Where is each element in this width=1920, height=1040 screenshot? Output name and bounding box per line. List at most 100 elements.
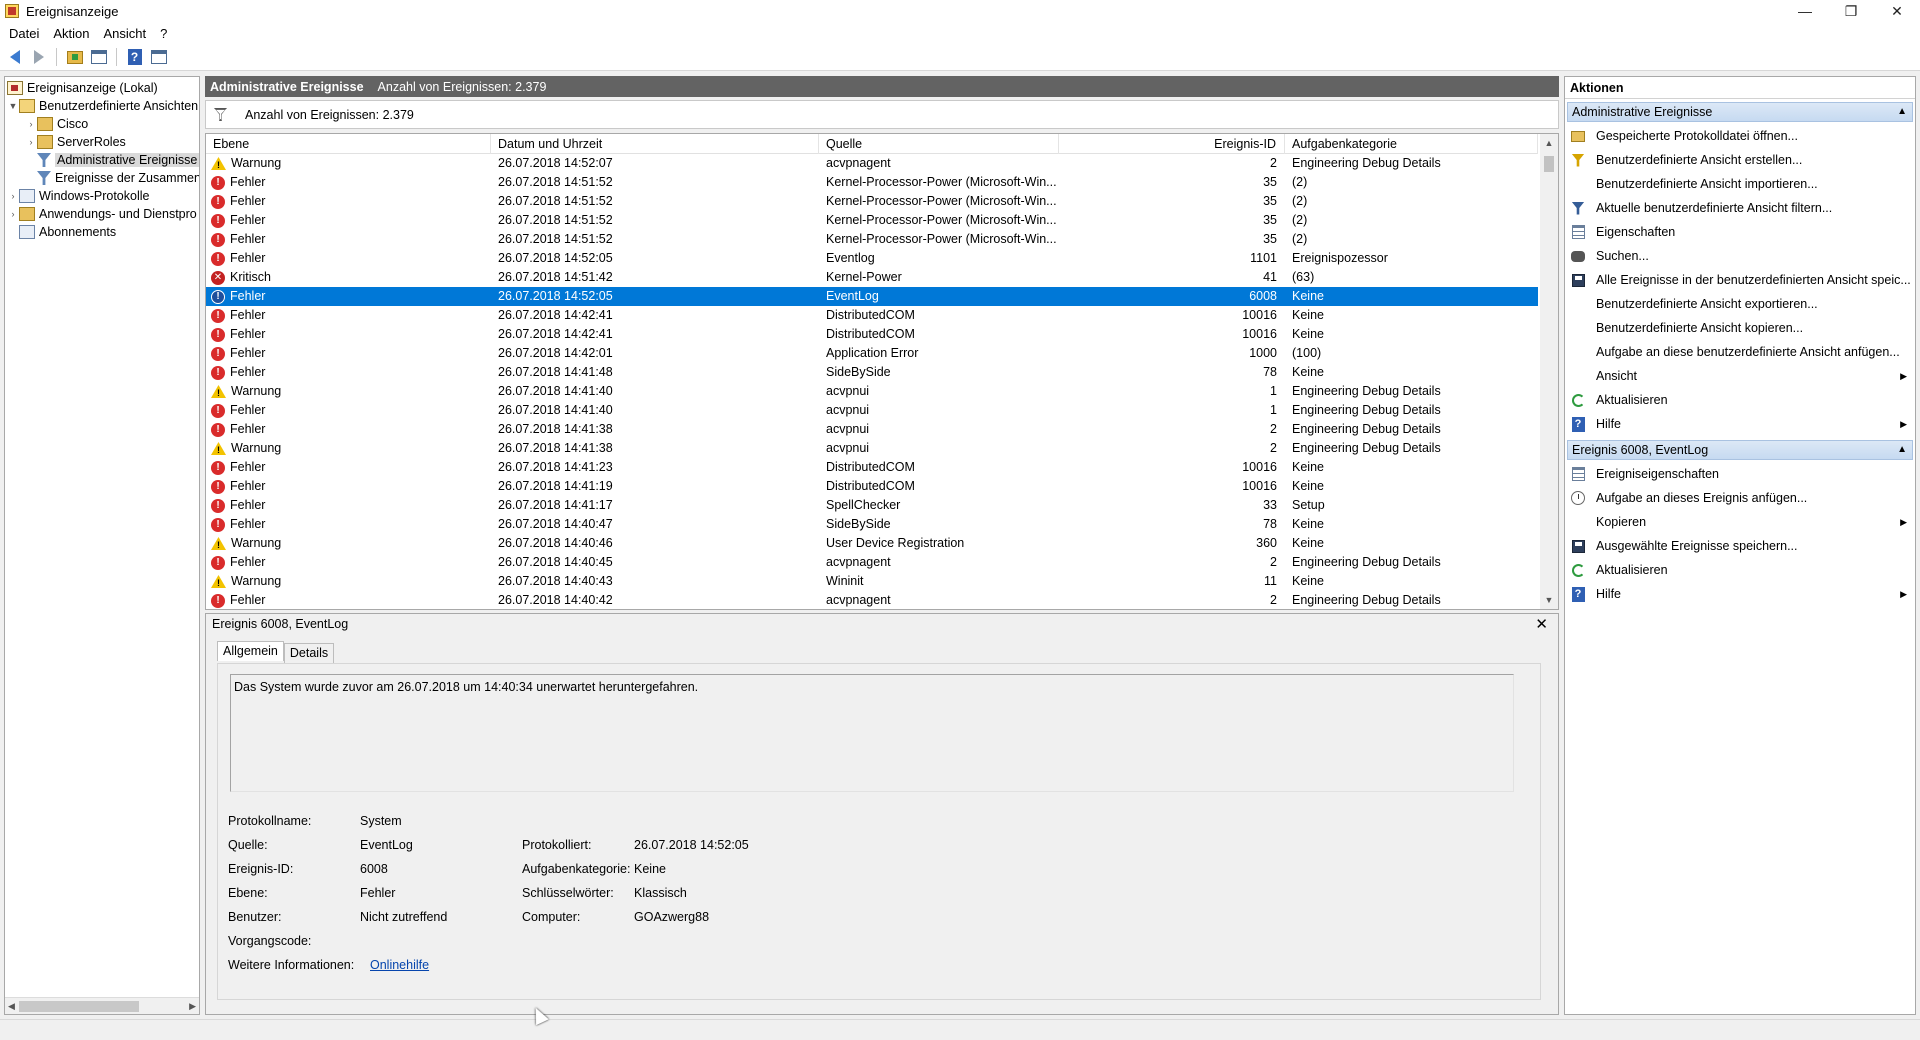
- table-row[interactable]: ! Warnung 26.07.2018 14:52:07 acvpnagent 2 En…: [206, 154, 1538, 173]
- column-header-source[interactable]: Quelle: [819, 134, 1059, 154]
- table-row[interactable]: ! Fehler 26.07.2018 14:42:01 Application Er…: [206, 344, 1538, 363]
- section-title: Ereignis 6008, EventLog: [1572, 443, 1709, 457]
- action-benutzerdefinierte-ansicht-erstellen[interactable]: Benutzerdefinierte Ansicht erstellen...: [1565, 150, 1913, 170]
- close-detail-button[interactable]: ✕: [1535, 615, 1548, 633]
- table-row[interactable]: ! Fehler 26.07.2018 14:40:45 acvpnagent 2 Eng…: [206, 553, 1538, 572]
- cell-task-category: Engineering Debug Details: [1292, 156, 1441, 170]
- scroll-down-icon[interactable]: ▼: [1540, 591, 1558, 609]
- cell-task-category: Engineering Debug Details: [1292, 593, 1441, 607]
- forward-button[interactable]: [28, 47, 49, 68]
- tree-item-root[interactable]: Ereignisanzeige (Lokal): [7, 79, 158, 97]
- show-hide-tree-button[interactable]: [88, 47, 109, 68]
- action-suchen[interactable]: Suchen...: [1565, 246, 1913, 266]
- online-help-link[interactable]: Onlinehilfe: [370, 958, 429, 972]
- cell-source: acvpnagent: [826, 555, 891, 569]
- collapse-section-icon[interactable]: ▲: [1897, 441, 1907, 459]
- table-row[interactable]: ! Warnung 26.07.2018 14:41:40 acvpnui 1 Engin…: [206, 382, 1538, 401]
- table-row[interactable]: ! Fehler 26.07.2018 14:51:52 Kernel-Process…: [206, 211, 1538, 230]
- table-row[interactable]: ! Fehler 26.07.2018 14:42:41 DistributedCOM…: [206, 306, 1538, 325]
- restore-button[interactable]: ❐: [1828, 0, 1874, 22]
- action-aufgabe-an-diese-benutzerdefinierte-ansicht-anfügen[interactable]: Aufgabe an diese benutzerdefinierte Ansi…: [1565, 342, 1913, 362]
- action-kopieren[interactable]: Kopieren ▶: [1565, 512, 1913, 532]
- action-label: Alle Ereignisse in der benutzerdefiniert…: [1596, 273, 1911, 287]
- action-aufgabe-an-dieses-ereignis-anfügen[interactable]: Aufgabe an dieses Ereignis anfügen...: [1565, 488, 1913, 508]
- scroll-left-icon[interactable]: ◀: [8, 1001, 15, 1012]
- table-row[interactable]: ! Fehler 26.07.2018 14:42:41 DistributedCOM…: [206, 325, 1538, 344]
- tree-item-admin-events[interactable]: Administrative Ereignisse: [37, 151, 199, 169]
- scrollbar-thumb[interactable]: [19, 1001, 139, 1012]
- table-row[interactable]: ! Fehler 26.07.2018 14:51:52 Kernel-Process…: [206, 173, 1538, 192]
- table-row[interactable]: ! Fehler 26.07.2018 14:40:47 SideBySide 78 Ke…: [206, 515, 1538, 534]
- tree-item-app-service-logs[interactable]: › Anwendungs- und Dienstpro: [7, 205, 197, 223]
- events-vertical-scrollbar[interactable]: ▲ ▼: [1540, 134, 1558, 609]
- action-benutzerdefinierte-ansicht-kopieren[interactable]: Benutzerdefinierte Ansicht kopieren...: [1565, 318, 1913, 338]
- table-row[interactable]: ! Fehler 26.07.2018 14:41:48 SideBySide 78 Ke…: [206, 363, 1538, 382]
- table-row[interactable]: ! Fehler 26.07.2018 14:41:19 DistributedCOM…: [206, 477, 1538, 496]
- table-row[interactable]: ! Fehler 26.07.2018 14:52:05 Eventlog 1101 Er…: [206, 249, 1538, 268]
- action-aktualisieren[interactable]: Aktualisieren: [1565, 390, 1913, 410]
- table-row[interactable]: ! Fehler 26.07.2018 14:41:17 SpellChecker 33…: [206, 496, 1538, 515]
- tree-item-summary-events[interactable]: Ereignisse der Zusammen: [37, 169, 199, 187]
- column-header-level[interactable]: Ebene: [206, 134, 491, 154]
- action-hilfe[interactable]: ? Hilfe ▶: [1565, 584, 1913, 604]
- column-header-date[interactable]: Datum und Uhrzeit: [491, 134, 819, 154]
- tree-item-cisco[interactable]: › Cisco: [25, 115, 88, 133]
- action-ausgewählte-ereignisse-speichern[interactable]: Ausgewählte Ereignisse speichern...: [1565, 536, 1913, 556]
- tree-item-windows-logs[interactable]: › Windows-Protokolle: [7, 187, 149, 205]
- tab-details[interactable]: Details: [283, 643, 335, 663]
- actions-section-event-6008[interactable]: Ereignis 6008, EventLog ▲: [1567, 440, 1913, 460]
- collapse-section-icon[interactable]: ▲: [1897, 103, 1907, 121]
- menu-aktion[interactable]: Aktion: [46, 26, 96, 41]
- table-row[interactable]: ! Fehler 26.07.2018 14:51:52 Kernel-Process…: [206, 192, 1538, 211]
- table-row[interactable]: ! Fehler 26.07.2018 14:51:52 Kernel-Process…: [206, 230, 1538, 249]
- action-aktualisieren[interactable]: Aktualisieren: [1565, 560, 1913, 580]
- action-gespeicherte-protokolldatei-öffnen[interactable]: Gespeicherte Protokolldatei öffnen...: [1565, 126, 1913, 146]
- column-header-task-category[interactable]: Aufgabenkategorie: [1285, 134, 1538, 154]
- scroll-up-icon[interactable]: ▲: [1540, 134, 1558, 152]
- table-row[interactable]: ! Warnung 26.07.2018 14:40:43 Wininit 11 Kein…: [206, 572, 1538, 591]
- actions-section-admin-events[interactable]: Administrative Ereignisse ▲: [1567, 102, 1913, 122]
- column-header-event-id[interactable]: Ereignis-ID: [1059, 134, 1285, 154]
- table-row[interactable]: ! Fehler 26.07.2018 14:41:23 DistributedCOM…: [206, 458, 1538, 477]
- folder-up-button[interactable]: [64, 47, 85, 68]
- menu-datei[interactable]: Datei: [2, 26, 46, 41]
- minimize-button[interactable]: —: [1782, 0, 1828, 22]
- tree-item-custom-views[interactable]: ▼ Benutzerdefinierte Ansichten: [7, 97, 198, 115]
- tree-horizontal-scrollbar[interactable]: ◀ ▶: [5, 997, 199, 1014]
- expand-arrow-icon[interactable]: ›: [25, 119, 37, 129]
- scroll-right-icon[interactable]: ▶: [189, 1001, 196, 1012]
- menu-help[interactable]: ?: [153, 26, 174, 41]
- action-eigenschaften[interactable]: Eigenschaften: [1565, 222, 1913, 242]
- action-benutzerdefinierte-ansicht-exportieren[interactable]: Benutzerdefinierte Ansicht exportieren..…: [1565, 294, 1913, 314]
- help-button[interactable]: ?: [124, 47, 145, 68]
- action-ansicht[interactable]: Ansicht ▶: [1565, 366, 1913, 386]
- table-row[interactable]: ! Fehler 26.07.2018 14:41:40 acvpnui 1 Engine…: [206, 401, 1538, 420]
- table-row[interactable]: ! Warnung 26.07.2018 14:41:38 acvpnui 2 Engin…: [206, 439, 1538, 458]
- table-row[interactable]: ! Fehler 26.07.2018 14:41:38 acvpnui 2 Engine…: [206, 420, 1538, 439]
- level-text: Fehler: [230, 232, 266, 246]
- close-button[interactable]: ✕: [1874, 0, 1920, 22]
- back-button[interactable]: [4, 47, 25, 68]
- tree-item-serverroles[interactable]: › ServerRoles: [25, 133, 126, 151]
- action-ereigniseigenschaften[interactable]: Ereigniseigenschaften: [1565, 464, 1913, 484]
- show-hide-action-button[interactable]: [148, 47, 169, 68]
- table-row[interactable]: ! Warnung 26.07.2018 14:40:46 User Device R…: [206, 534, 1538, 553]
- error-icon: !: [211, 232, 225, 247]
- menu-ansicht[interactable]: Ansicht: [97, 26, 154, 41]
- table-row[interactable]: ! Fehler 26.07.2018 14:52:05 EventLog 6008 Ke…: [206, 287, 1538, 306]
- table-row[interactable]: ! Fehler 26.07.2018 14:40:42 acvpnagent 2 Eng…: [206, 591, 1538, 609]
- expand-arrow-icon[interactable]: ›: [7, 191, 19, 201]
- collapse-arrow-icon[interactable]: ▼: [7, 101, 19, 111]
- event-message[interactable]: Das System wurde zuvor am 26.07.2018 um …: [230, 674, 1514, 792]
- scrollbar-thumb[interactable]: [1544, 156, 1554, 172]
- cell-date: 26.07.2018 14:41:40: [498, 403, 613, 417]
- action-aktuelle-benutzerdefinierte-ansicht-filtern[interactable]: Aktuelle benutzerdefinierte Ansicht filt…: [1565, 198, 1913, 218]
- expand-arrow-icon[interactable]: ›: [7, 209, 19, 219]
- table-row[interactable]: ✕ Kritisch 26.07.2018 14:51:42 Kernel-Power…: [206, 268, 1538, 287]
- tab-allgemein[interactable]: Allgemein: [217, 641, 284, 661]
- action-alle-ereignisse-in-der-benutzerdefinierten-ansicht-speic[interactable]: Alle Ereignisse in der benutzerdefiniert…: [1565, 270, 1913, 290]
- expand-arrow-icon[interactable]: ›: [25, 137, 37, 147]
- action-benutzerdefinierte-ansicht-importieren[interactable]: Benutzerdefinierte Ansicht importieren..…: [1565, 174, 1913, 194]
- tree-item-subscriptions[interactable]: Abonnements: [19, 223, 116, 241]
- action-hilfe[interactable]: ? Hilfe ▶: [1565, 414, 1913, 434]
